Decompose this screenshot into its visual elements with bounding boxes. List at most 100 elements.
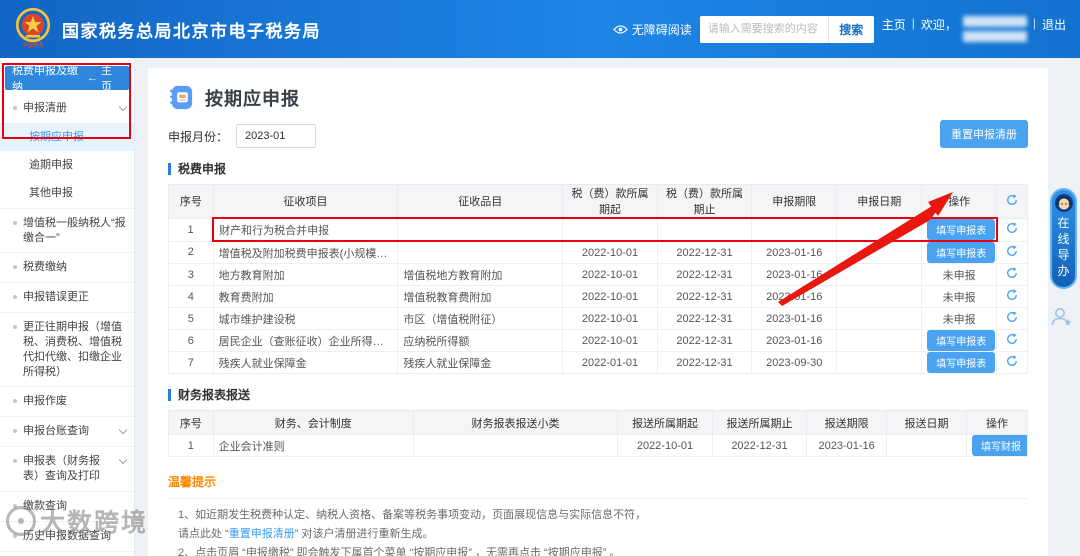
chevron-down-icon — [118, 455, 128, 465]
refresh-icon[interactable] — [1006, 194, 1018, 206]
table-cell — [836, 263, 923, 286]
table-cell: 2022-12-31 — [656, 240, 753, 264]
search-input[interactable] — [699, 15, 828, 43]
table-cell: 2022-10-01 — [562, 285, 658, 308]
month-input[interactable] — [236, 124, 317, 148]
table-cell: 2023-01-16 — [751, 329, 838, 352]
search-button[interactable]: 搜索 — [827, 15, 874, 43]
row-number-cell: 1 — [168, 217, 214, 242]
refresh-icon[interactable] — [1006, 355, 1018, 367]
table-row: 4 教育费附加 增值税教育费附加 2022-10-01 2022-12-31 2023-0… — [168, 285, 1028, 308]
table-row: 1 财产和行为税合并申报 填写申报表 — [168, 217, 1028, 242]
sidebar-item[interactable]: 缴款查询 — [0, 490, 134, 521]
bullet-icon — [13, 459, 17, 464]
sidebar-item[interactable]: 申报辅助信息报告 — [0, 550, 134, 556]
sidebar-item-label: 历史申报数据查询 — [23, 529, 111, 542]
table-cell — [836, 240, 923, 264]
app-header: 中国税务 国家税务总局北京市电子税务局 无障碍阅读 搜索 主页 | 欢迎， | … — [0, 0, 1080, 58]
sidebar-item-label: 税费缴纳 — [23, 261, 67, 274]
app-title: 国家税务总局北京市电子税务局 — [62, 21, 321, 41]
sidebar-subitem[interactable]: 逾期申报 — [0, 151, 134, 179]
fill-form-button[interactable]: 填写申报表 — [927, 242, 996, 263]
table-cell: 市区（增值税附征） — [397, 307, 564, 330]
refresh-icon[interactable] — [1006, 289, 1018, 301]
main-area: 按期应申报 申报月份： 重置申报清册 税费申报 序号征收项目征收品目税（费）款所… — [135, 58, 1080, 556]
fill-form-button[interactable]: 填写申报表 — [927, 330, 996, 351]
table-cell: 2022-12-31 — [711, 434, 808, 457]
row-number-cell: 2 — [168, 240, 214, 264]
refresh-column-header — [996, 184, 1028, 219]
bullet-icon — [13, 533, 17, 538]
sidebar-section-title: 税费申报及缴纳 — [12, 65, 78, 93]
logout-link[interactable]: 退出 — [1042, 16, 1066, 33]
company-name-redacted — [962, 31, 1027, 42]
eye-icon — [612, 24, 628, 34]
table-cell: 2022-12-31 — [656, 285, 753, 308]
reset-declaration-button[interactable]: 重置申报清册 — [940, 120, 1028, 148]
refresh-icon[interactable] — [1006, 267, 1018, 279]
table-cell — [836, 285, 923, 308]
fill-form-button[interactable]: 填写申报表 — [927, 352, 996, 373]
fill-form-button[interactable]: 填写申报表 — [927, 220, 995, 239]
column-header: 报送所属期起 — [617, 410, 713, 435]
bullet-icon — [13, 399, 17, 404]
fill-form-button[interactable]: 填写财报 — [971, 435, 1027, 456]
home-link[interactable]: 主页 — [882, 16, 906, 33]
refresh-cell — [996, 240, 1028, 264]
accessibility-toggle[interactable]: 无障碍阅读 — [612, 21, 692, 38]
table-cell: 残疾人就业保障金 — [397, 351, 564, 374]
action-cell: 未申报 — [921, 285, 998, 308]
column-header: 征收品目 — [397, 184, 564, 219]
table-cell: 2022-01-01 — [562, 351, 658, 374]
sidebar-item[interactable]: 申报错误更正 — [0, 282, 134, 312]
row-number-cell: 4 — [168, 285, 214, 308]
table-row: 3 地方教育附加 增值税地方教育附加 2022-10-01 2022-12-31 2023… — [168, 263, 1028, 286]
action-cell: 填写申报表 — [921, 329, 998, 352]
tax-declaration-table: 序号 征收项目 征收品目 税（费）款所属期起 税（费）款所属期止 申报期限 申报日期 操作 1… — [168, 184, 1028, 374]
sidebar-item[interactable]: 税费缴纳 — [0, 252, 134, 282]
sidebar-item[interactable]: 申报作废 — [0, 386, 134, 416]
refresh-icon[interactable] — [1006, 222, 1018, 234]
sidebar-item[interactable]: 申报表（财务报表）查询及打印 — [0, 446, 134, 491]
table-cell — [656, 217, 753, 242]
table-row: 6居民企业（查账征收）企业所得税月（季）度申报应纳税所得额2022-10-012… — [168, 329, 1028, 352]
sidebar-item[interactable]: 申报台账查询 — [0, 416, 134, 446]
bullet-icon — [13, 106, 17, 110]
bullet-icon — [13, 220, 17, 225]
tip-link[interactable]: 重置申报清册 — [229, 528, 295, 540]
emblem-caption: 中国税务 — [22, 43, 44, 49]
refresh-icon[interactable] — [1006, 311, 1018, 323]
bullet-icon — [13, 429, 17, 434]
column-header: 序号 — [168, 184, 214, 219]
refresh-icon[interactable] — [1006, 333, 1018, 345]
sidebar-subitem[interactable]: 按期应申报 — [0, 122, 134, 152]
sidebar-item[interactable]: 增值税一般纳税人“报缴合一” — [0, 207, 134, 253]
tax-collector-contact-icon[interactable] — [1049, 305, 1073, 334]
sidebar-item[interactable]: 申报清册 — [0, 94, 134, 123]
column-header: 税（费）款所属期止 — [656, 184, 753, 219]
finance-report-table: 序号 财务、会计制度 财务报表报送小类 报送所属期起 报送所属期止 报送期限 报送日期 操作 … — [168, 410, 1029, 457]
sidebar-item[interactable]: 更正往期申报（增值税、消费税、增值税代扣代缴、扣缴企业所得税） — [0, 312, 134, 386]
sidebar-section-header[interactable]: 税费申报及缴纳 ← 主页 — [5, 65, 129, 93]
column-header: 操作 — [965, 410, 1029, 435]
table-cell — [562, 217, 658, 242]
sidebar-subitem[interactable]: 其他申报 — [0, 179, 134, 207]
bullet-icon — [13, 503, 17, 508]
bullet-icon — [13, 265, 17, 270]
sidebar: 税费申报及缴纳 ← 主页 申报清册 按期应申报 逾期申报 其他申报 增值税一般纳税人“报… — [0, 58, 135, 556]
online-guide-button[interactable]: 在线导办 — [1050, 188, 1077, 289]
accounting-system-cell: 企业会计准则 — [212, 434, 414, 457]
accessibility-label: 无障碍阅读 — [631, 22, 692, 37]
sidebar-item[interactable]: 历史申报数据查询 — [0, 520, 134, 551]
table-cell: 增值税教育费附加 — [397, 285, 564, 308]
back-to-home-link[interactable]: ← 主页 — [87, 62, 122, 94]
refresh-icon[interactable] — [1006, 245, 1018, 257]
bullet-icon — [13, 325, 17, 330]
levy-item-cell: 城市维护建设税 — [212, 307, 399, 330]
table-header-row: 序号 征收项目 征收品目 税（费）款所属期起 税（费）款所属期止 申报期限 申报日期 操作 — [168, 184, 1028, 219]
divider: | — [911, 16, 915, 30]
table-cell: 2023-01-16 — [751, 263, 838, 286]
column-header: 税（费）款所属期起 — [562, 184, 658, 219]
chevron-down-icon — [118, 426, 128, 435]
tax-section-title: 税费申报 — [168, 163, 1028, 175]
